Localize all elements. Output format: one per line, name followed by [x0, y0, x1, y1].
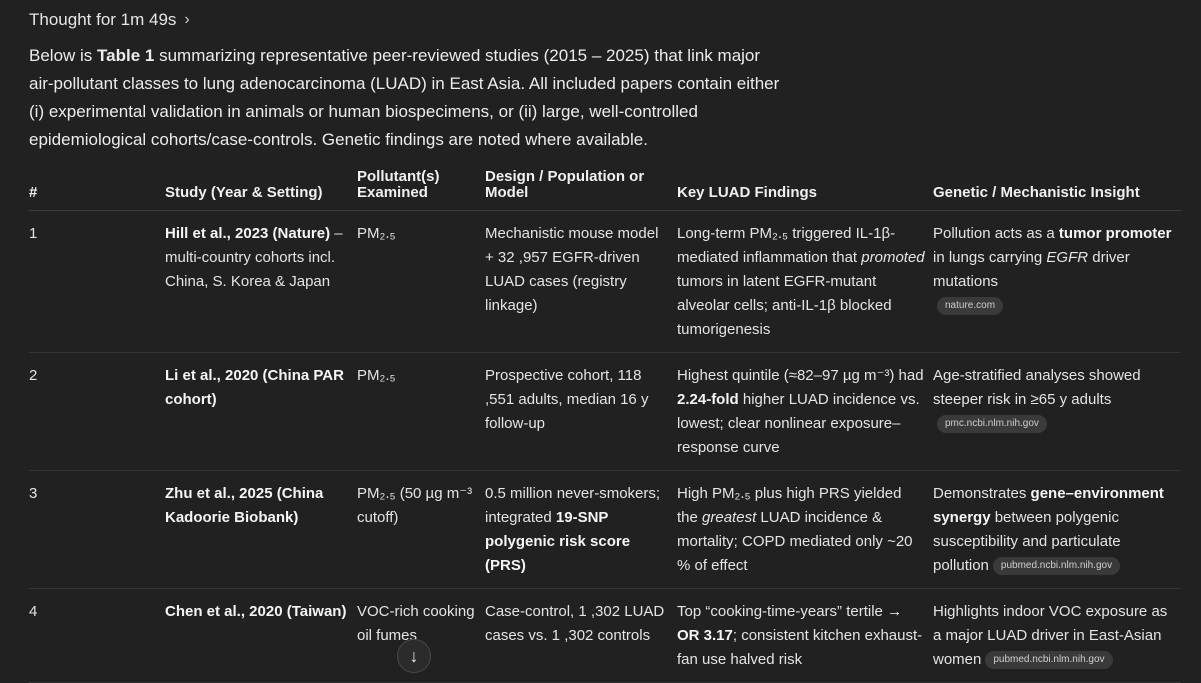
study-name: Zhu et al., 2025 (China Kadoorie Biobank… — [165, 485, 324, 526]
row-genetic: Highlights indoor VOC exposure as a majo… — [933, 588, 1181, 683]
genetic-emphasis: EGFR — [1046, 249, 1089, 266]
genetic-text: Pollution acts as a — [933, 225, 1059, 242]
header-genetic: Genetic / Mechanistic Insight — [933, 165, 1181, 211]
row-genetic: Demonstrates gene–environment synergy be… — [933, 470, 1181, 589]
table-header-row: # Study (Year & Setting) Pollutant(s) Ex… — [29, 165, 1181, 211]
chevron-right-icon: › — [184, 11, 190, 28]
source-link[interactable]: pmc.ncbi.nlm.nih.gov — [937, 415, 1047, 434]
source-link[interactable]: nature.com — [937, 297, 1004, 316]
row-pollutant: PM₂.₅ (50 µg m⁻³ cutoff) — [357, 470, 485, 589]
genetic-text: in lungs carrying — [933, 249, 1047, 266]
header-num: # — [29, 165, 165, 211]
row-num: 1 — [29, 210, 165, 353]
genetic-bold: tumor promoter — [1058, 225, 1172, 242]
row-num: 3 — [29, 470, 165, 589]
table-row: 2 Li et al., 2020 (China PAR cohort) PM₂… — [29, 352, 1181, 471]
row-study: Zhu et al., 2025 (China Kadoorie Biobank… — [165, 470, 357, 589]
source-link[interactable]: pubmed.ncbi.nlm.nih.gov — [992, 557, 1121, 576]
table-row: 4 Chen et al., 2020 (Taiwan) VOC-rich co… — [29, 588, 1181, 683]
study-name: Li et al., 2020 (China PAR cohort) — [165, 367, 344, 408]
row-design: Prospective cohort, 118 ,551 adults, med… — [485, 352, 677, 471]
table-row: 3 Zhu et al., 2025 (China Kadoorie Bioba… — [29, 470, 1181, 589]
row-study: Hill et al., 2023 (Nature) – multi-count… — [165, 210, 357, 353]
row-findings: High PM₂.₅ plus high PRS yielded the gre… — [677, 470, 933, 589]
row-num: 2 — [29, 352, 165, 471]
row-pollutant: PM₂.₅ — [357, 210, 485, 353]
row-genetic: Age-stratified analyses showed steeper r… — [933, 352, 1181, 471]
intro-bold: Table 1 — [97, 46, 155, 65]
finding-text: tumors in latent EGFR-mutant alveolar ce… — [677, 273, 892, 338]
intro-paragraph: Below is Table 1 summarizing representat… — [29, 42, 789, 154]
thought-toggle[interactable]: Thought for 1m 49s › — [29, 10, 190, 30]
row-findings: Top “cooking-time-years” tertile → OR 3.… — [677, 588, 933, 683]
row-study: Li et al., 2020 (China PAR cohort) — [165, 352, 357, 471]
row-pollutant: PM₂.₅ — [357, 352, 485, 471]
row-study: Chen et al., 2020 (Taiwan) — [165, 588, 357, 683]
row-genetic: Pollution acts as a tumor promoter in lu… — [933, 210, 1181, 353]
row-findings: Highest quintile (≈82–97 µg m⁻³) had 2.2… — [677, 352, 933, 471]
finding-emphasis: greatest — [702, 509, 757, 526]
finding-text: Top “cooking-time-years” tertile — [677, 603, 888, 620]
scroll-down-button[interactable]: ↓ — [397, 639, 431, 673]
arrow-down-icon: ↓ — [409, 645, 419, 666]
header-pollutant: Pollutant(s) Examined — [357, 165, 485, 211]
row-design: Mechanistic mouse model + 32 ,957 EGFR-d… — [485, 210, 677, 353]
genetic-text: Demonstrates — [933, 485, 1031, 502]
finding-emphasis: promoted — [861, 249, 925, 266]
header-study: Study (Year & Setting) — [165, 165, 357, 211]
header-design: Design / Population or Model — [485, 165, 677, 211]
study-name: Hill et al., 2023 (Nature) — [165, 225, 331, 242]
genetic-text: Age-stratified analyses showed steeper r… — [933, 367, 1141, 408]
finding-text: Highest quintile (≈82–97 µg m⁻³) had — [677, 367, 924, 384]
source-link[interactable]: pubmed.ncbi.nlm.nih.gov — [985, 651, 1113, 670]
study-name: Chen et al., 2020 (Taiwan) — [165, 603, 347, 620]
header-findings: Key LUAD Findings — [677, 165, 933, 211]
thought-label: Thought for 1m 49s — [29, 10, 177, 29]
row-design: Case-control, 1 ,302 LUAD cases vs. 1 ,3… — [485, 588, 677, 683]
row-findings: Long-term PM₂.₅ triggered IL-1β-mediated… — [677, 210, 933, 353]
intro-text-1: Below is — [29, 46, 98, 65]
finding-bold: 2.24-fold — [677, 391, 739, 408]
studies-table: # Study (Year & Setting) Pollutant(s) Ex… — [29, 165, 1181, 683]
row-design: 0.5 million never-smokers; integrated 19… — [485, 470, 677, 589]
row-num: 4 — [29, 588, 165, 683]
table-row: 1 Hill et al., 2023 (Nature) – multi-cou… — [29, 210, 1181, 353]
